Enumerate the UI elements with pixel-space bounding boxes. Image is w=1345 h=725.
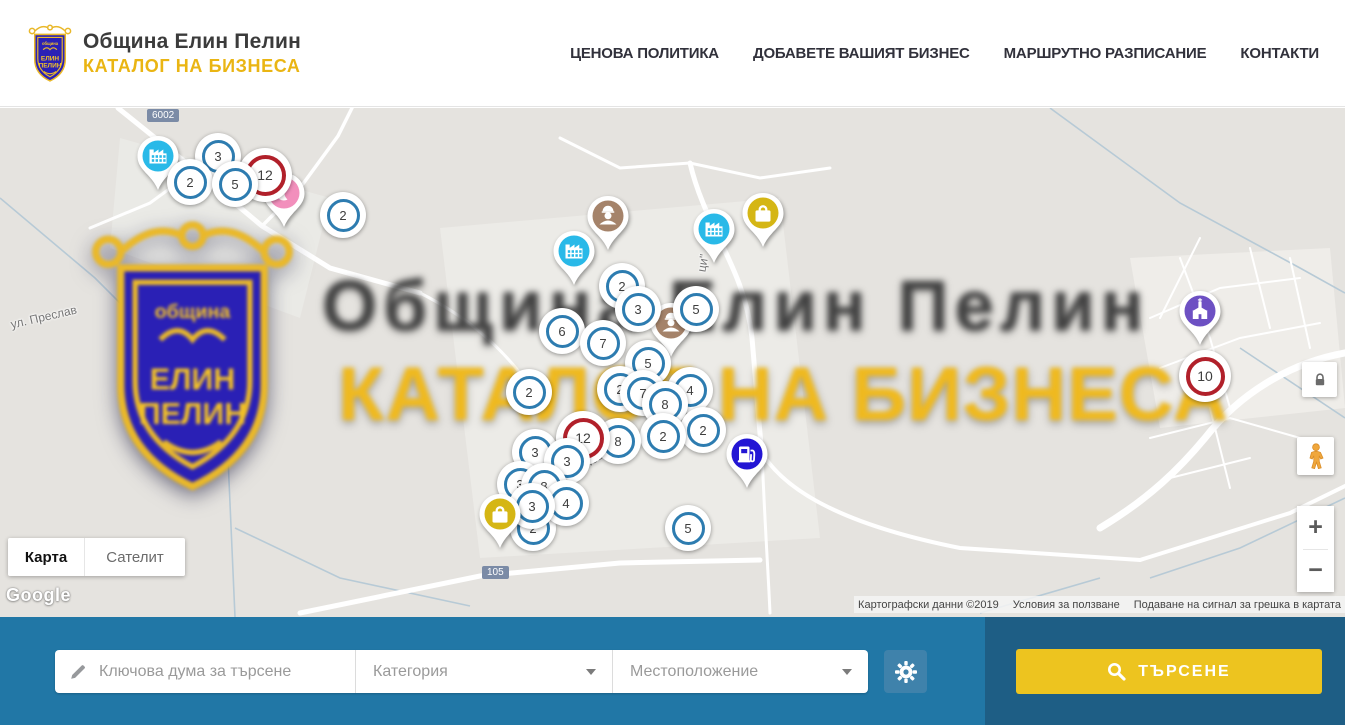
site-title: Община Елин Пелин xyxy=(83,30,301,54)
factory-pin-marker[interactable] xyxy=(552,230,596,286)
chevron-down-icon xyxy=(842,669,852,675)
cluster-marker[interactable]: 10 xyxy=(1179,350,1231,402)
watermark-title: Община Елин Пелин xyxy=(322,266,1150,347)
bag-icon xyxy=(478,493,522,549)
attribution-text: Картографски данни ©2019 xyxy=(858,599,999,611)
bag-pin-marker[interactable] xyxy=(741,192,785,248)
location-select[interactable]: Местоположение xyxy=(612,650,868,693)
chevron-down-icon xyxy=(586,669,596,675)
satellite-type-button[interactable]: Сателит xyxy=(85,538,185,576)
search-button[interactable]: ТЪРСЕНЕ xyxy=(1016,649,1322,694)
factory-pin-marker[interactable] xyxy=(692,208,736,264)
pencil-icon xyxy=(69,663,87,681)
map-type-control: Карта Сателит xyxy=(8,538,185,576)
svg-text:община: община xyxy=(42,41,59,46)
church-icon xyxy=(1178,290,1222,346)
location-select-label: Местоположение xyxy=(613,663,758,681)
cluster-marker[interactable]: 5 xyxy=(673,286,719,332)
cluster-marker[interactable]: 3 xyxy=(615,286,661,332)
gear-icon xyxy=(894,660,918,684)
svg-text:ПЕЛИН: ПЕЛИН xyxy=(39,62,62,69)
map-type-button[interactable]: Карта xyxy=(8,538,85,576)
svg-text:община: община xyxy=(155,301,232,323)
nav-link[interactable]: ЦЕНОВА ПОЛИТИКА xyxy=(570,45,719,62)
factory-icon xyxy=(692,208,736,264)
keyword-input[interactable] xyxy=(55,650,355,693)
watermark-subtitle: КАТАЛОГ НА БИЗНЕСА xyxy=(338,351,1229,438)
google-logo[interactable]: Google xyxy=(6,585,71,606)
cluster-marker[interactable]: 2 xyxy=(320,192,366,238)
bag-icon xyxy=(741,192,785,248)
cluster-marker[interactable]: 2 xyxy=(167,159,213,205)
municipality-crest-logo: община ЕЛИН ПЕЛИН xyxy=(27,23,73,84)
cluster-marker[interactable]: 2 xyxy=(640,413,686,459)
cluster-marker[interactable]: 5 xyxy=(212,161,258,207)
fuel-pin-marker[interactable] xyxy=(725,433,769,489)
map-canvas[interactable]: община ЕЛИН ПЕЛИН Община Елин Пелин КАТА… xyxy=(0,108,1345,617)
nav-link[interactable]: ДОБАВЕТЕ ВАШИЯТ БИЗНЕС xyxy=(753,45,970,62)
map-attribution: Картографски данни ©2019 Условия за ползв… xyxy=(854,596,1345,613)
svg-text:ЕЛИН: ЕЛИН xyxy=(41,55,60,62)
road-shield: 6002 xyxy=(147,109,179,122)
nav-link[interactable]: МАРШРУТНО РАЗПИСАНИЕ xyxy=(1004,45,1207,62)
road-shield: 105 xyxy=(482,566,509,579)
nav-link[interactable]: КОНТАКТИ xyxy=(1240,45,1319,62)
cluster-marker[interactable]: 7 xyxy=(580,320,626,366)
fuel-icon xyxy=(725,433,769,489)
cluster-marker[interactable]: 6 xyxy=(539,308,585,354)
keyword-field xyxy=(55,650,355,693)
zoom-in-button[interactable]: + xyxy=(1297,506,1334,549)
main-nav: ЦЕНОВА ПОЛИТИКА ДОБАВЕТЕ ВАШИЯТ БИЗНЕС МАР… xyxy=(570,45,1319,62)
cluster-marker[interactable]: 5 xyxy=(665,505,711,551)
attribution-link[interactable]: Условия за ползване xyxy=(1013,599,1120,611)
lock-icon xyxy=(1312,372,1328,388)
pegman-icon xyxy=(1305,443,1327,469)
search-bar-right-panel: ТЪРСЕНЕ xyxy=(985,617,1345,725)
search-button-label: ТЪРСЕНЕ xyxy=(1138,663,1230,681)
advanced-search-button[interactable] xyxy=(884,650,927,693)
site-subtitle: КАТАЛОГ НА БИЗНЕСА xyxy=(83,56,301,77)
header: община ЕЛИН ПЕЛИН Община Елин Пелин КАТА… xyxy=(0,0,1345,107)
watermark-crest: община ЕЛИН ПЕЛИН xyxy=(85,214,300,501)
cluster-marker[interactable]: 2 xyxy=(506,369,552,415)
lock-button[interactable] xyxy=(1302,362,1337,397)
church-pin-marker[interactable] xyxy=(1178,290,1222,346)
attribution-link[interactable]: Подаване на сигнал за грешка в картата xyxy=(1134,599,1341,611)
svg-text:ПЕЛИН: ПЕЛИН xyxy=(139,397,246,431)
search-bar: Категория Местоположение xyxy=(0,617,1345,725)
brand[interactable]: община ЕЛИН ПЕЛИН Община Елин Пелин КАТА… xyxy=(27,23,301,84)
zoom-control: + − xyxy=(1297,506,1334,592)
category-select[interactable]: Категория xyxy=(355,650,612,693)
search-icon xyxy=(1107,662,1126,681)
cluster-marker[interactable]: 2 xyxy=(680,407,726,453)
search-fields: Категория Местоположение xyxy=(55,650,868,693)
brand-text: Община Елин Пелин КАТАЛОГ НА БИЗНЕСА xyxy=(83,30,301,77)
factory-icon xyxy=(552,230,596,286)
svg-text:ЕЛИН: ЕЛИН xyxy=(150,363,236,397)
category-select-label: Категория xyxy=(356,663,448,681)
zoom-out-button[interactable]: − xyxy=(1297,550,1334,593)
page: община ЕЛИН ПЕЛИН Община Елин Пелин КАТА… xyxy=(0,0,1345,725)
bag-pin-marker[interactable] xyxy=(478,493,522,549)
pegman-button[interactable] xyxy=(1297,437,1334,475)
